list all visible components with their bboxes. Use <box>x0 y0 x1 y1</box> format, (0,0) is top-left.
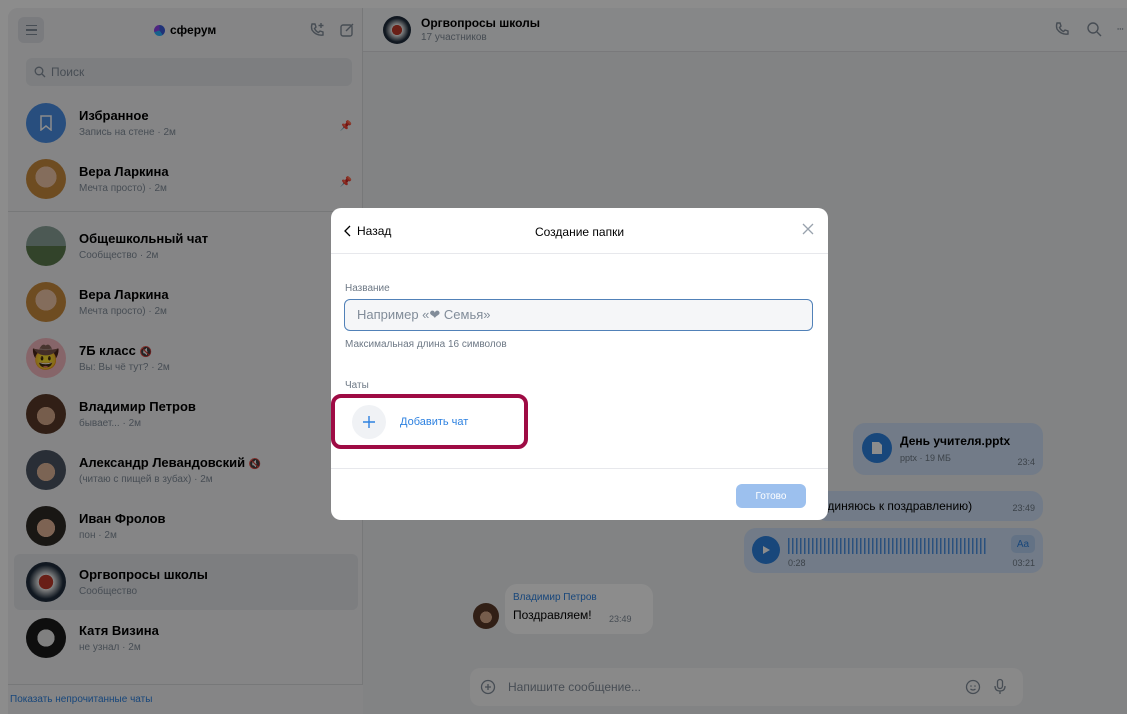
done-button[interactable]: Готово <box>736 484 806 508</box>
modal-title: Создание папки <box>534 225 625 239</box>
modal-footer: Готово <box>331 468 828 520</box>
add-chat-label: Добавить чат <box>400 415 469 428</box>
add-chat-button[interactable]: Добавить чат <box>331 394 528 449</box>
folder-name-field[interactable]: Например «❤ Семья» <box>344 299 813 331</box>
create-folder-modal: Назад Создание папки Название Например «… <box>331 208 828 520</box>
name-label: Название <box>345 283 390 294</box>
plus-icon <box>352 404 386 439</box>
chats-label: Чаты <box>345 380 369 391</box>
modal-header: Назад Создание папки <box>331 208 828 254</box>
close-icon[interactable] <box>802 223 814 235</box>
name-hint: Максимальная длина 16 символов <box>345 339 507 350</box>
